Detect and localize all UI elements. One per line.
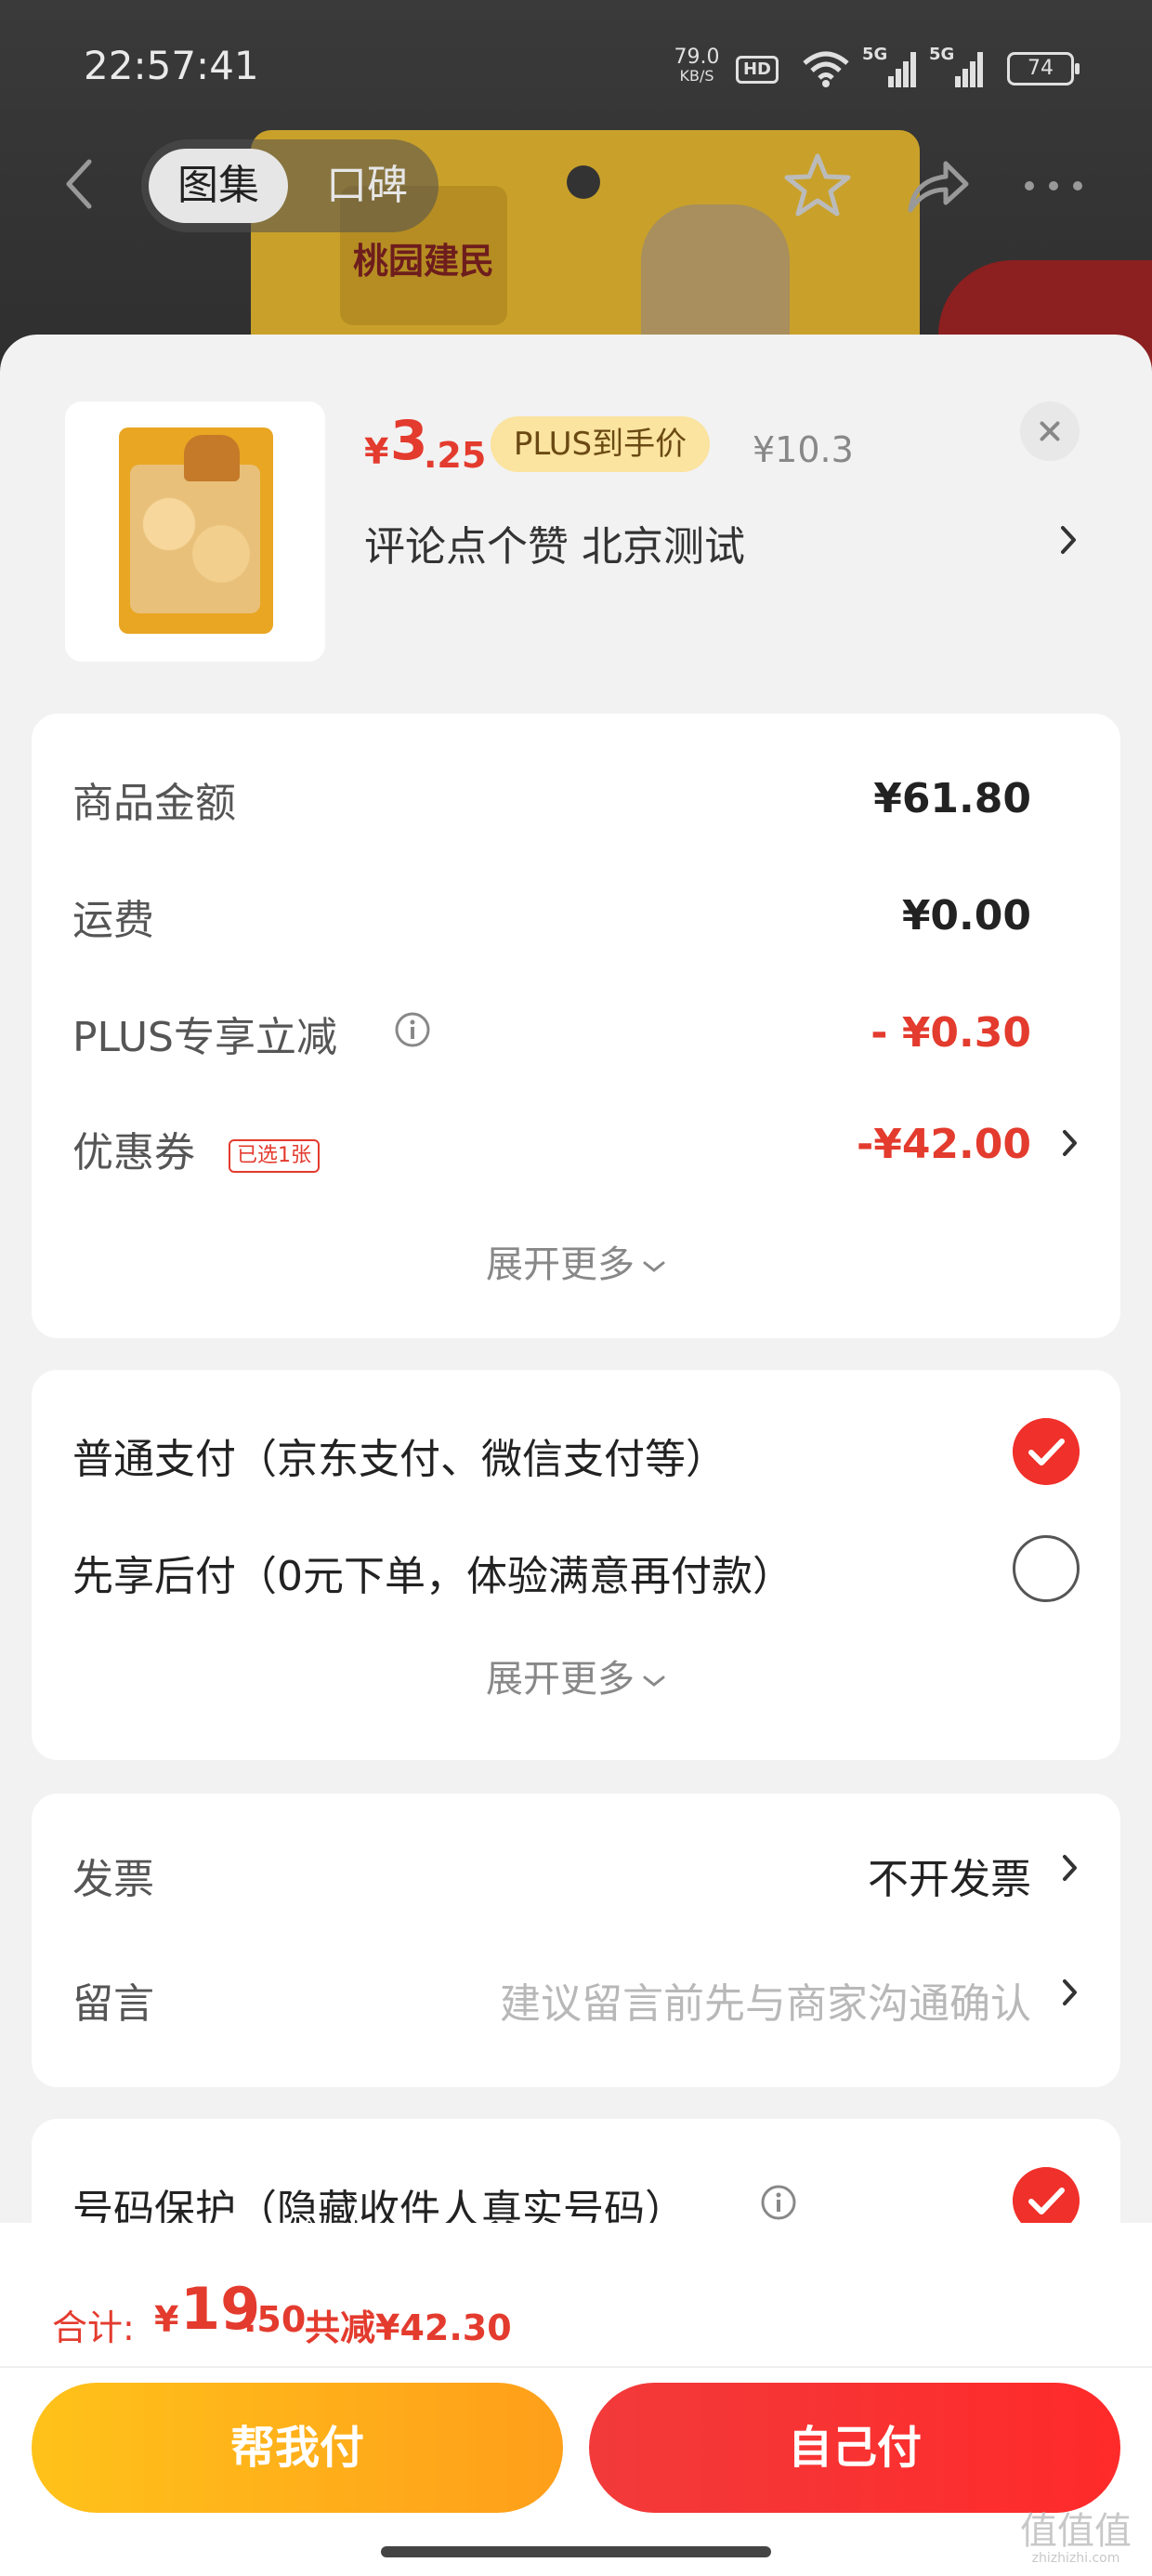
- total-label: 合计:: [52, 2307, 135, 2348]
- product-gallery-background: 桃园建民 22:57:41 79.0 KB/S HD 5G 5G 74 图集 口…: [0, 0, 1152, 390]
- price-currency: ¥: [364, 431, 389, 472]
- checked-radio-icon[interactable]: [1013, 1418, 1080, 1485]
- payment-method-card: 普通支付（京东支付、微信支付等） 先享后付（0元下单，体验满意再付款） 展开更多: [32, 1370, 1120, 1760]
- total-currency: ¥: [154, 2299, 179, 2340]
- signal-2-label: 5G: [929, 45, 955, 64]
- network-speed-unit: KB/S: [679, 67, 714, 85]
- battery-icon: 74: [1007, 52, 1080, 85]
- invoice-label: 发票: [72, 1856, 154, 1903]
- checkout-footer: 合计: ¥ 19 .50 共减¥42.30 帮我付 自己付 值值值 zhizhi…: [0, 2223, 1152, 2576]
- price-integer: 3: [390, 409, 428, 472]
- footer-divider: [0, 2366, 1152, 2368]
- watermark-text: 值: [1094, 2510, 1132, 2553]
- tab-gallery[interactable]: 图集: [149, 149, 288, 223]
- watermark: 值值值 zhizhizhi.com: [1011, 2513, 1141, 2572]
- coupon-selected-tag: 已选1张: [229, 1139, 320, 1173]
- close-button[interactable]: [1020, 401, 1080, 461]
- network-speed-value: 79.0: [674, 46, 720, 69]
- back-arrow-icon[interactable]: [59, 156, 97, 212]
- info-icon[interactable]: [760, 2184, 797, 2221]
- favorite-star-icon[interactable]: [780, 149, 855, 223]
- coupon-value[interactable]: -¥42.00: [857, 1121, 1031, 1168]
- share-icon[interactable]: [899, 149, 974, 223]
- tab-reviews[interactable]: 口碑: [307, 149, 427, 223]
- plus-discount-value: - ¥0.30: [871, 1009, 1031, 1057]
- chevron-right-icon[interactable]: [1055, 517, 1083, 563]
- cellular-signal-1-icon: 5G: [862, 45, 918, 89]
- wifi-icon: [803, 51, 849, 87]
- watermark-text: 值: [1057, 2510, 1094, 2553]
- watermark-text: 值: [1020, 2510, 1057, 2553]
- invoice-value[interactable]: 不开发票: [868, 1846, 1031, 1905]
- price-decimal: .25: [424, 435, 487, 476]
- total-decimal: .50: [243, 2299, 307, 2340]
- info-icon[interactable]: [394, 1011, 431, 1048]
- total-savings: 共减¥42.30: [305, 2307, 512, 2348]
- chevron-right-icon[interactable]: [1059, 1972, 1081, 2013]
- more-options-icon[interactable]: [1016, 149, 1091, 223]
- product-summary: ¥ 3 .25 PLUS到手价 ¥10.3 评论点个赞 北京测试: [0, 335, 1152, 706]
- chevron-down-icon: [643, 1676, 665, 1687]
- invoice-message-card: 发票 不开发票 留言 建议留言前先与商家沟通确认: [32, 1794, 1120, 2087]
- banner-hang-hole: [567, 165, 600, 199]
- brand-name: 桃园建民: [353, 241, 495, 282]
- product-spec-selector[interactable]: 评论点个赞 北京测试: [364, 513, 745, 572]
- expand-more-payment[interactable]: 展开更多: [32, 1649, 1120, 1702]
- plus-price-badge: PLUS到手价: [491, 416, 710, 472]
- network-speed: 79.0 KB/S: [669, 46, 725, 89]
- help-me-pay-button[interactable]: 帮我付: [32, 2383, 563, 2513]
- chevron-down-icon: [643, 1261, 665, 1272]
- signal-1-label: 5G: [862, 45, 888, 64]
- payment-option-later-label[interactable]: 先享后付（0元下单，体验满意再付款）: [72, 1543, 793, 1602]
- coupon-label: 优惠券: [72, 1129, 195, 1176]
- message-input[interactable]: 建议留言前先与商家沟通确认: [500, 1970, 1031, 2030]
- gallery-tabs: 图集 口碑: [141, 139, 439, 232]
- hd-voice-icon: HD: [736, 56, 779, 84]
- plus-discount-label: PLUS专享立减: [72, 1014, 337, 1061]
- pay-myself-button[interactable]: 自己付: [589, 2383, 1120, 2513]
- amount-card: 商品金额 ¥61.80 运费 ¥0.00 PLUS专享立减 - ¥0.30 优惠…: [32, 714, 1120, 1338]
- expand-more-label: 展开更多: [486, 1658, 635, 1701]
- status-time: 22:57:41: [84, 43, 259, 88]
- status-bar: 22:57:41 79.0 KB/S HD 5G 5G 74: [0, 0, 1152, 139]
- message-label: 留言: [72, 1980, 154, 2028]
- goods-amount-label: 商品金额: [72, 780, 236, 827]
- chevron-right-icon[interactable]: [1059, 1123, 1081, 1163]
- home-indicator[interactable]: [381, 2546, 771, 2557]
- expand-more-label: 展开更多: [486, 1243, 635, 1286]
- original-price: ¥10.3: [753, 429, 854, 470]
- product-thumbnail[interactable]: [65, 401, 325, 662]
- shipping-value: ¥0.00: [901, 892, 1031, 940]
- expand-more-amount[interactable]: 展开更多: [32, 1234, 1120, 1288]
- peanut-bag-image: [119, 427, 273, 634]
- payment-option-normal-label[interactable]: 普通支付（京东支付、微信支付等）: [72, 1426, 727, 1485]
- chevron-right-icon[interactable]: [1059, 1847, 1081, 1888]
- goods-amount-value: ¥61.80: [873, 775, 1031, 822]
- unchecked-radio-icon[interactable]: [1013, 1535, 1080, 1602]
- cellular-signal-2-icon: 5G: [929, 45, 985, 89]
- shipping-label: 运费: [72, 897, 154, 944]
